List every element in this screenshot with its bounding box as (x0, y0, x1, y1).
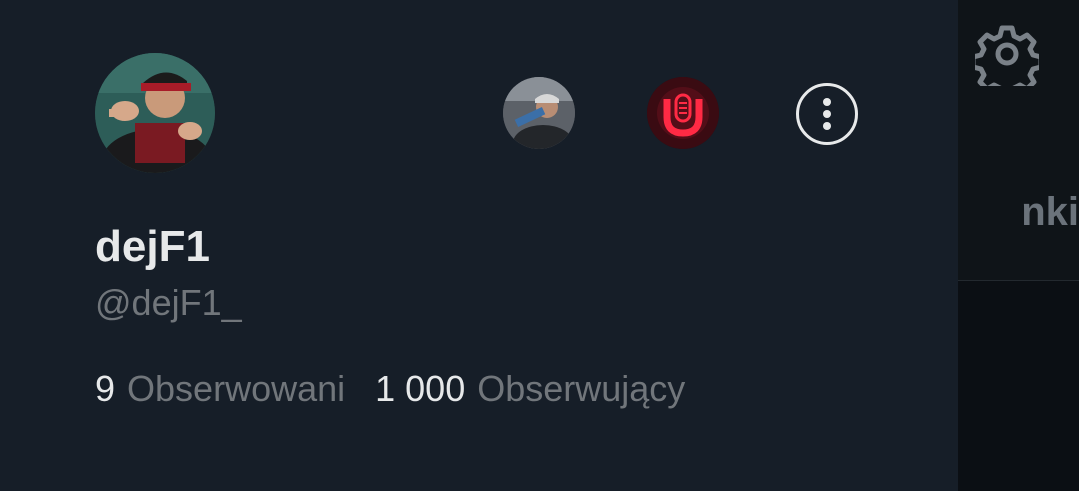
followers-count: 1 000 (375, 368, 466, 409)
following-link[interactable]: 9 Obserwowani (95, 368, 345, 410)
more-options-button[interactable] (796, 83, 858, 145)
follow-stats: 9 Obserwowani 1 000 Obserwujący (95, 368, 705, 410)
divider (958, 280, 1079, 281)
switch-account-avatar[interactable] (647, 77, 719, 149)
followers-label: Obserwujący (477, 368, 686, 409)
user-handle: @dejF1_ (95, 282, 242, 323)
display-name[interactable]: dejF1 (95, 222, 210, 272)
avatar[interactable] (95, 53, 215, 173)
following-label: Obserwowani (127, 368, 346, 409)
followers-link[interactable]: 1 000 Obserwujący (375, 368, 685, 410)
account-drawer: dejF1 @dejF1_ 9 Obserwowani 1 000 Obserwuj… (0, 0, 958, 491)
switch-account-avatar[interactable] (503, 77, 575, 149)
following-count: 9 (95, 368, 116, 409)
more-vertical-icon (823, 98, 831, 130)
gear-icon[interactable] (970, 22, 1044, 99)
